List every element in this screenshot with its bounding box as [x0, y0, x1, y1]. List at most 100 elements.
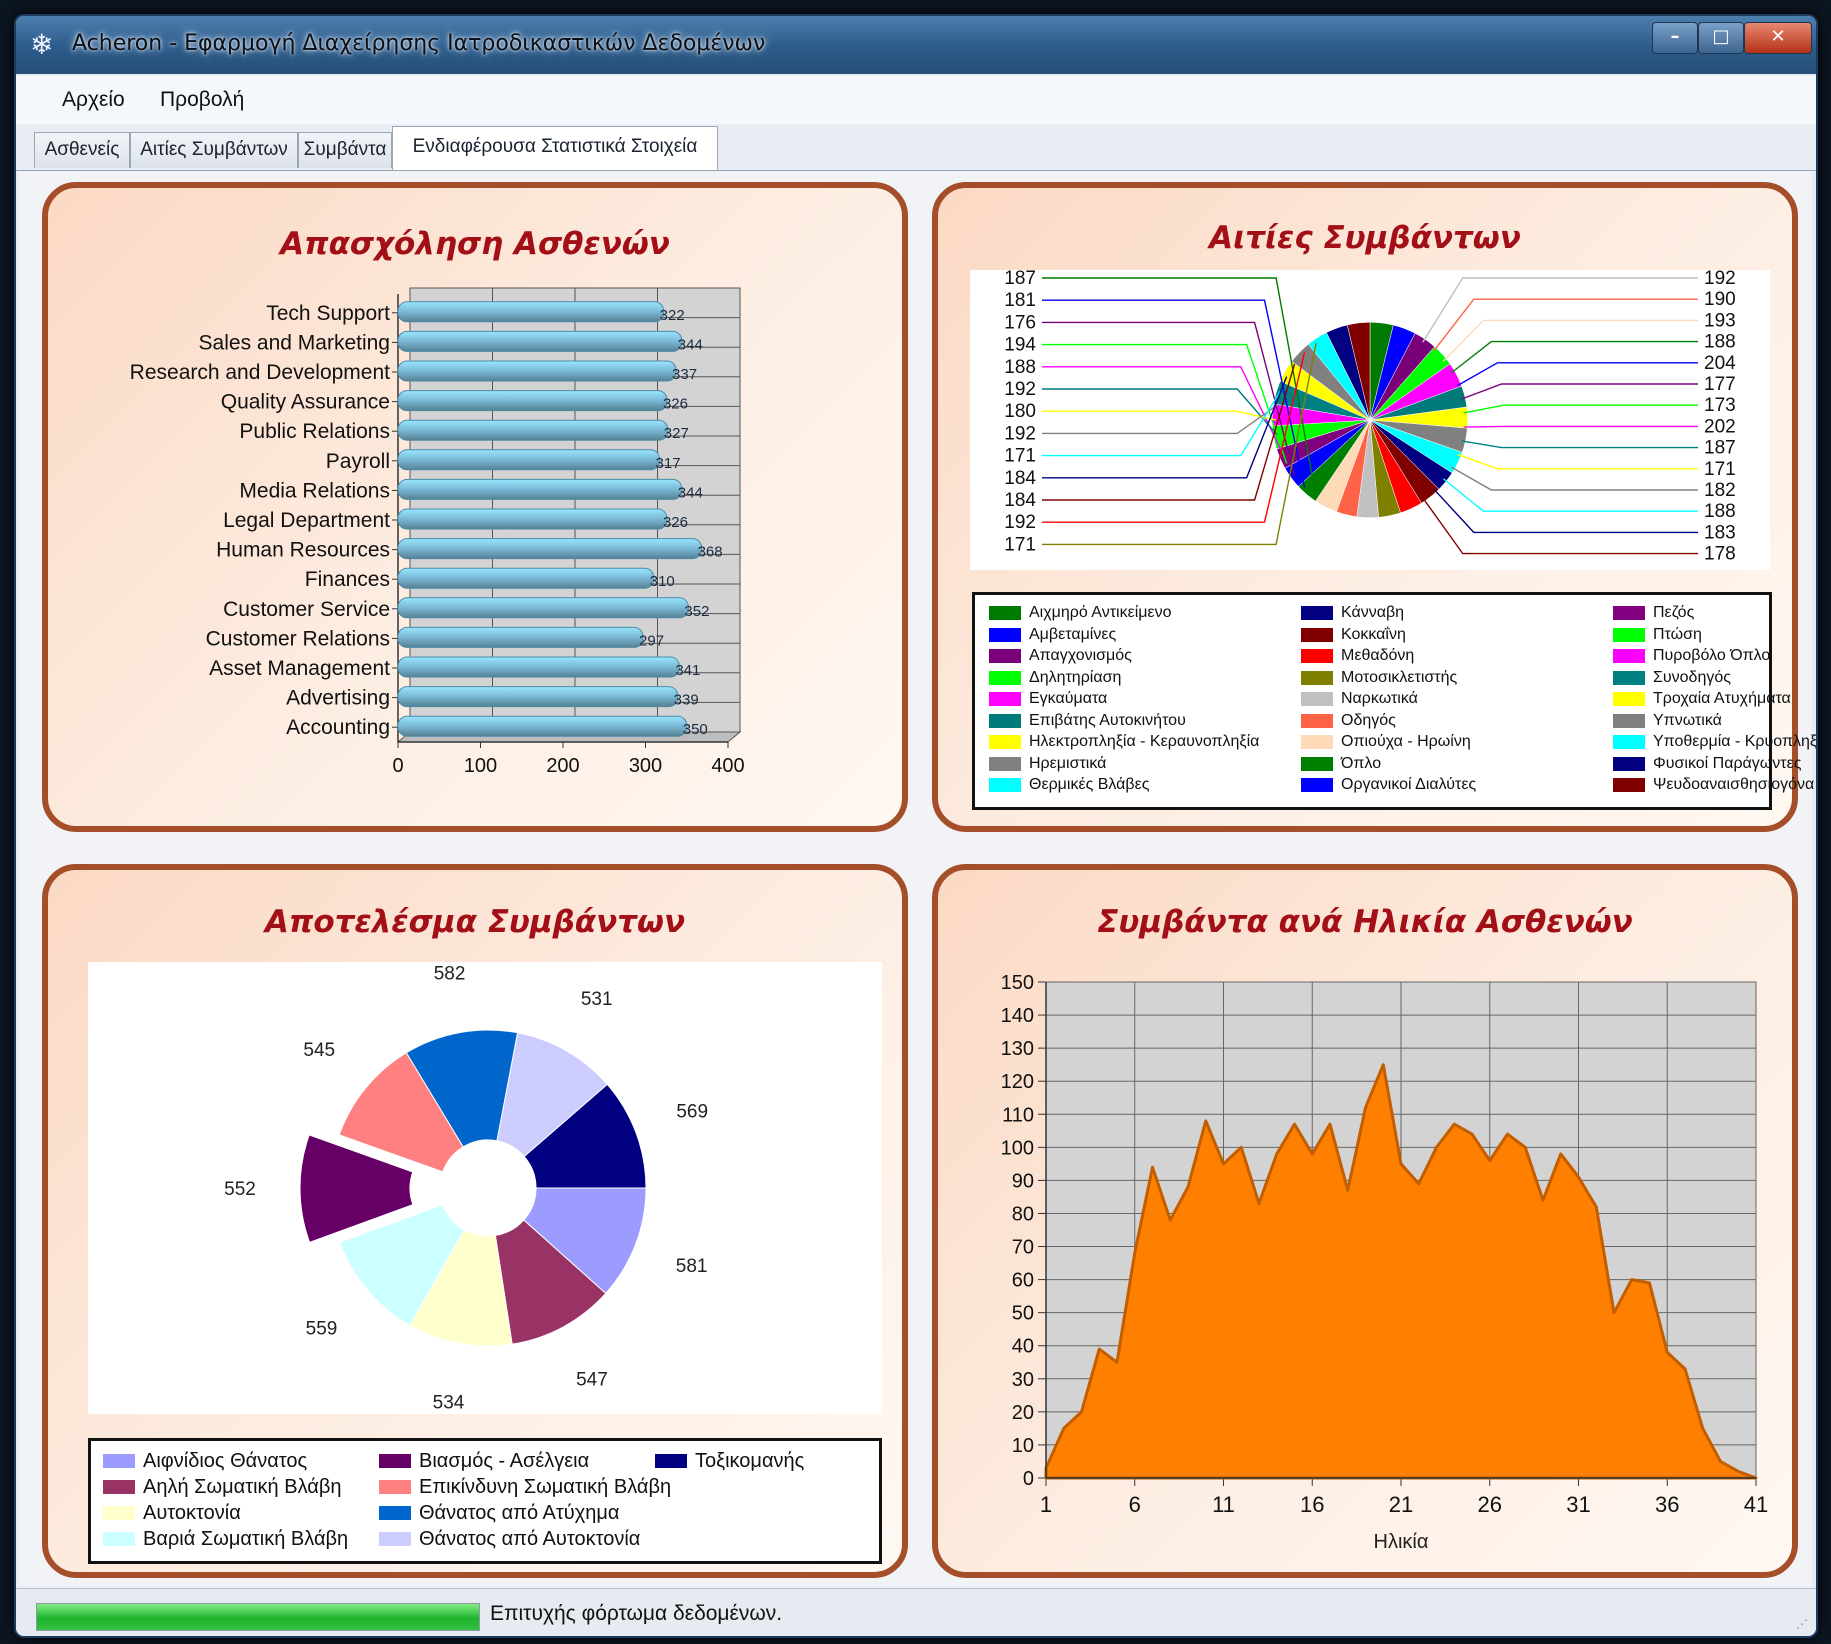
pie-value-label: 171	[1704, 459, 1736, 480]
legend-label: Θάνατος από Αυτοκτονία	[419, 1528, 641, 1550]
statistics-page: Απασχόληση Ασθενών 0 100 200 300 400 Tech Sup…	[18, 172, 1816, 1586]
area-y-tick-label: 120	[1001, 1071, 1034, 1093]
bar-value-label: 317	[656, 455, 681, 472]
legend-label: Πυροβόλο Όπλο	[1653, 647, 1771, 664]
causes-panel: Αιτίες Συμβάντων 187 181 176 194 188 192 180 19…	[932, 182, 1816, 832]
legend-label: Οπιούχα - Ηρωίνη	[1341, 733, 1471, 750]
pie-leader-line	[1422, 497, 1698, 555]
occupation-bar-chart: 0 100 200 300 400 Tech Support 322 Sales and Ma…	[130, 287, 745, 777]
occupation-bar	[397, 567, 655, 589]
legend-label: Υπνωτικά	[1653, 711, 1722, 729]
area-x-tick-label: 31	[1566, 1492, 1590, 1517]
pie-value-label: 187	[1004, 270, 1036, 289]
title-bar[interactable]: ❄ Acheron - Εφαρμογή Διαχείρησης Ιατροδι…	[16, 16, 1816, 74]
legend-swatch	[1301, 670, 1333, 685]
area-y-tick-label: 10	[1012, 1435, 1034, 1457]
legend-label: Ναρκωτικά	[1341, 690, 1418, 707]
area-y-tick-label: 30	[1012, 1369, 1034, 1391]
legend-swatch	[1613, 627, 1645, 642]
legend-swatch	[989, 649, 1021, 663]
area-y-tick-label: 40	[1012, 1336, 1034, 1358]
area-y-tick-label: 20	[1012, 1402, 1034, 1424]
pie-leader-line	[1461, 440, 1698, 449]
bar-value-label: 297	[639, 632, 664, 649]
tab-causes[interactable]: Αιτίες Συμβάντων	[130, 132, 298, 168]
pie-leader-line	[1463, 425, 1698, 428]
legend-swatch	[103, 1480, 135, 1494]
pie-value-label: 173	[1704, 395, 1736, 416]
outcome-chart-area: 581 547 534 559 552 545 582 531 569	[88, 962, 882, 1414]
bar-category-label: Customer Relations	[206, 627, 390, 650]
legend-label: Οδηγός	[1341, 711, 1396, 729]
resize-grip-icon[interactable]: ⋰	[1796, 1617, 1810, 1631]
age-area-chart: 01020304050607080901001101201301401501 6 1…	[1001, 972, 1769, 1550]
bar-category-label: Quality Assurance	[221, 391, 390, 414]
legend-swatch	[1301, 649, 1333, 663]
pie-leader-line	[1463, 404, 1698, 414]
pie-value-label: 192	[1004, 379, 1036, 400]
bar-value-label: 339	[674, 692, 699, 709]
area-x-tick-label: 1	[1040, 1492, 1052, 1517]
legend-label: Οργανικοί Διαλύτες	[1341, 776, 1477, 793]
legend-label: Μοτοσικλετιστής	[1341, 668, 1458, 686]
pie-leader-line	[1042, 352, 1306, 523]
pie-value-label: 184	[1004, 468, 1036, 489]
minimize-button[interactable]: –	[1652, 22, 1698, 54]
legend-label: Ψευδοαναισθησιογόνα	[1653, 776, 1815, 793]
legend-label: Κάνναβη	[1341, 604, 1405, 621]
bar-value-label: 352	[684, 603, 709, 620]
bar-category-label: Public Relations	[239, 420, 390, 443]
legend-label: Τροχαία Ατυχήματα	[1653, 690, 1791, 707]
outcome-chart-title: Αποτελέσμα Συμβάντων	[264, 904, 686, 940]
area-y-tick-label: 130	[1001, 1038, 1034, 1060]
occupation-bar	[397, 686, 679, 708]
legend-swatch	[989, 735, 1021, 749]
menu-view[interactable]: Προβολή	[160, 88, 244, 112]
maximize-button[interactable]: □	[1698, 22, 1744, 54]
bar-category-label: Legal Department	[223, 509, 390, 532]
legend-label: Πεζός	[1653, 604, 1695, 621]
pie-leader-line	[1042, 390, 1282, 457]
bar-value-label: 326	[663, 514, 688, 531]
tab-incidents[interactable]: Συμβάντα	[298, 132, 392, 168]
legend-label: Επικίνδυνη Σωματική Βλάβη	[419, 1476, 672, 1498]
pie-value-label: 192	[1704, 270, 1736, 289]
legend-label: Επιβάτης Αυτοκινήτου	[1029, 711, 1186, 729]
legend-label: Βιασμός - Ασέλγεια	[419, 1450, 590, 1472]
tab-statistics[interactable]: Ενδιαφέρουσα Στατιστικά Στοιχεία	[392, 126, 718, 170]
pie-leader-line	[1042, 299, 1306, 488]
causes-chart-title: Αιτίες Συμβάντων	[1209, 220, 1521, 256]
bar-value-label: 350	[683, 721, 708, 738]
legend-swatch	[1613, 649, 1645, 663]
occupation-bar	[397, 301, 665, 323]
bar-value-label: 368	[698, 544, 723, 561]
pie-value-label: 177	[1704, 374, 1736, 395]
pie-value-label: 194	[1004, 335, 1036, 356]
occupation-chart-title: Απασχόληση Ασθενών	[280, 226, 670, 262]
menu-file[interactable]: Αρχείο	[62, 88, 125, 112]
outcome-value-label: 582	[434, 963, 466, 984]
pie-leader-line	[1042, 277, 1317, 498]
legend-swatch	[1301, 756, 1333, 771]
bar-category-label: Accounting	[286, 716, 390, 739]
pie-value-label: 192	[1004, 423, 1036, 444]
bar-category-label: Sales and Marketing	[199, 331, 390, 354]
close-button[interactable]: ✕	[1744, 22, 1812, 54]
legend-label: Όπλο	[1341, 754, 1382, 772]
occupation-bar	[397, 478, 683, 500]
pie-leader-line	[1042, 376, 1288, 479]
outcome-panel: Αποτελέσμα Συμβάντων 581 547 534 559 552 545 5…	[42, 864, 908, 1578]
legend-label: Αυτοκτονία	[143, 1502, 241, 1524]
pie-value-label: 171	[1004, 446, 1036, 467]
legend-swatch	[1613, 606, 1645, 620]
doughnut-hole	[440, 1140, 536, 1236]
legend-swatch	[379, 1506, 411, 1520]
bar-x-tick-label: 300	[629, 755, 662, 777]
occupation-bar	[397, 626, 644, 648]
tab-patients[interactable]: Ασθενείς	[34, 132, 130, 168]
legend-label: Εγκαύματα	[1029, 690, 1108, 707]
outcome-value-label: 569	[676, 1102, 708, 1123]
legend-label: Τοξικομανής	[695, 1450, 805, 1472]
pie-leader-line	[1461, 383, 1698, 400]
pie-leader-line	[1042, 404, 1278, 435]
